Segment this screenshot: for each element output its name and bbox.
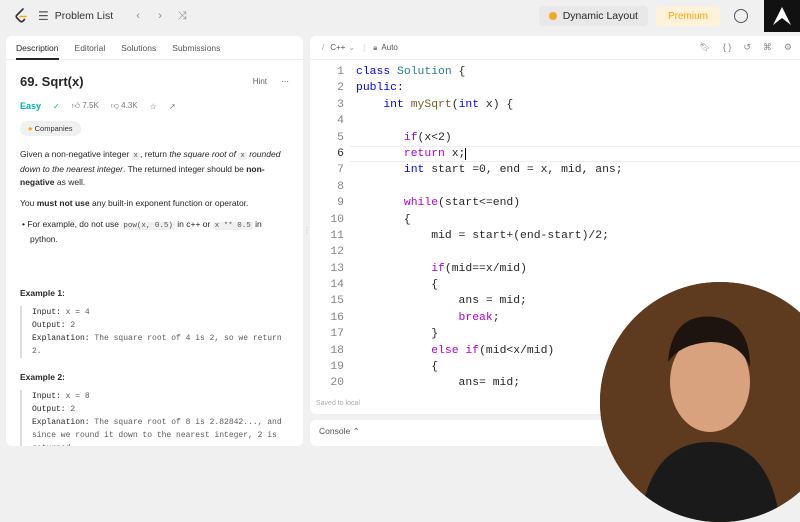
- dislike-button[interactable]: 👎︎ 4.3K: [111, 101, 138, 111]
- example-2-box: Input: x = 8 Output: 2 Explanation: The …: [20, 390, 289, 446]
- saved-status: Saved to local: [316, 400, 360, 407]
- line-number: 16: [330, 311, 344, 324]
- code-line: 9 while(start<=end): [310, 195, 800, 211]
- console-label: Console: [319, 426, 351, 436]
- code-icon: /: [322, 43, 325, 52]
- line-number: 13: [330, 262, 344, 275]
- line-number: 8: [337, 180, 344, 193]
- mode-label[interactable]: Auto: [381, 43, 397, 52]
- line-number: 19: [330, 361, 344, 374]
- line-number: 1: [337, 66, 344, 78]
- current-line-highlight: [350, 146, 800, 163]
- line-number: 17: [330, 328, 344, 341]
- panel-resize-handle[interactable]: ⋮: [303, 226, 311, 236]
- chevron-up-icon: ⌃: [352, 426, 360, 436]
- tab-solutions[interactable]: Solutions: [121, 43, 156, 53]
- code-line: 1 class Solution {: [310, 64, 800, 80]
- line-number: 9: [337, 197, 344, 210]
- code-line: 11 mid = start+(end-start)/2;: [310, 228, 800, 244]
- code-line: 4: [310, 113, 800, 129]
- line-number: 5: [337, 131, 344, 144]
- line-number: 11: [330, 229, 344, 242]
- reset-icon[interactable]: ↺: [743, 42, 751, 53]
- tab-description[interactable]: Description: [16, 43, 59, 60]
- line-number: 4: [337, 115, 344, 128]
- solved-check-icon: ✓: [53, 101, 60, 111]
- example-2-title: Example 2:: [20, 372, 65, 382]
- line-number: 14: [330, 279, 344, 292]
- tab-editorial[interactable]: Editorial: [75, 43, 106, 53]
- premium-button[interactable]: Premium: [655, 6, 720, 26]
- language-chevron-icon[interactable]: ⌄: [348, 43, 355, 52]
- like-count: 7.5K: [82, 101, 99, 110]
- line-number: 7: [337, 164, 344, 177]
- description-panel: Description Editorial Solutions Submissi…: [6, 36, 303, 446]
- code-line: 2 public:: [310, 80, 800, 96]
- code-line: 5 if(x<2): [310, 130, 800, 146]
- channel-logo-icon: [764, 0, 800, 32]
- star-icon[interactable]: ☆: [150, 102, 157, 111]
- console-toggle-button[interactable]: Console ⌃: [310, 420, 610, 446]
- description-tabs: Description Editorial Solutions Submissi…: [6, 36, 303, 60]
- dynamic-layout-button[interactable]: Dynamic Layout: [538, 6, 648, 26]
- companies-tag[interactable]: ● Companies: [20, 121, 81, 136]
- timer-icon[interactable]: [734, 9, 748, 23]
- problem-list-link[interactable]: Problem List: [55, 10, 113, 22]
- leetcode-logo-icon[interactable]: [14, 8, 28, 24]
- example-1-box: Input: x = 4 Output: 2 Explanation: The …: [20, 306, 289, 358]
- thumbs-down-icon: 👎︎: [110, 101, 119, 110]
- companies-label: Companies: [34, 124, 73, 133]
- example-1-title: Example 1:: [20, 288, 65, 298]
- braces-icon[interactable]: { }: [723, 42, 732, 53]
- line-number: 20: [330, 377, 344, 390]
- hint-button[interactable]: Hint: [253, 77, 267, 86]
- dynamic-layout-label: Dynamic Layout: [562, 10, 638, 22]
- next-problem-icon[interactable]: ›: [151, 10, 169, 22]
- lock-icon: ●: [28, 124, 33, 133]
- like-button[interactable]: 👍︎ 7.5K: [72, 101, 99, 111]
- line-number: 6: [337, 147, 344, 160]
- language-select[interactable]: C++: [330, 43, 345, 52]
- share-icon[interactable]: ↗: [169, 102, 176, 111]
- line-number: 15: [330, 295, 344, 308]
- code-line: 13 if(mid==x/mid): [310, 261, 800, 277]
- code-line: 3 int mySqrt(int x) {: [310, 97, 800, 113]
- more-options-icon[interactable]: ⋯: [281, 77, 289, 86]
- dislike-count: 4.3K: [121, 101, 138, 110]
- line-number: 10: [330, 213, 344, 226]
- dynamic-layout-icon: [548, 12, 557, 20]
- line-number: 3: [337, 98, 344, 111]
- line-number: 2: [337, 82, 344, 95]
- problem-list-icon[interactable]: ☰: [38, 9, 49, 23]
- settings-icon[interactable]: ⚙: [784, 42, 792, 53]
- problem-title: 69. Sqrt(x): [20, 74, 84, 89]
- line-number: 12: [330, 246, 344, 259]
- shuffle-icon[interactable]: ⤨: [173, 10, 191, 23]
- difficulty-badge: Easy: [20, 101, 42, 111]
- line-number: 18: [330, 344, 344, 357]
- code-line: 8: [310, 179, 800, 195]
- prev-problem-icon[interactable]: ‹: [129, 10, 147, 22]
- shortcut-icon[interactable]: ⌘: [763, 42, 772, 53]
- tab-submissions[interactable]: Submissions: [172, 43, 220, 53]
- thumbs-up-icon: 👍︎: [71, 101, 81, 110]
- top-bar: ☰ Problem List ‹ › ⤨ Dynamic Layout Prem…: [0, 0, 800, 32]
- lock-icon: 🔒︎: [373, 42, 378, 52]
- code-line: 10 {: [310, 212, 800, 228]
- problem-description: Given a non-negative integer x, return t…: [20, 149, 281, 244]
- code-line: 7 int start =0, end = x, mid, ans;: [310, 162, 800, 178]
- code-line: 12: [310, 244, 800, 260]
- bookmark-icon[interactable]: 🔖︎: [699, 42, 710, 53]
